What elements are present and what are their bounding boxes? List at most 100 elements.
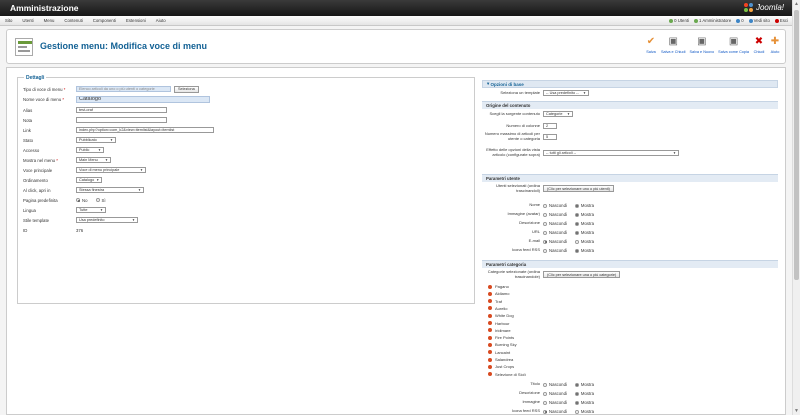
remove-icon[interactable]: [488, 284, 492, 289]
remove-icon[interactable]: [488, 342, 492, 347]
category-param-show[interactable]: Mostra: [574, 409, 594, 414]
alias-input[interactable]: test-oraf: [76, 107, 167, 113]
template-style-select[interactable]: Usa predefinito: [76, 217, 138, 223]
category-item[interactable]: Harbour: [488, 321, 509, 326]
remove-icon[interactable]: [488, 328, 492, 333]
help-button[interactable]: ✚ Aiuto: [769, 35, 781, 55]
user-param-hide[interactable]: Nascondi: [543, 203, 567, 208]
category-item[interactable]: White Dog: [488, 313, 514, 318]
remove-icon[interactable]: [488, 299, 492, 304]
menu-aiuto[interactable]: Aiuto: [151, 18, 171, 23]
status-admins[interactable]: 1 Amministratore: [693, 18, 731, 23]
user-param-show[interactable]: Mostra: [574, 203, 594, 208]
remove-icon[interactable]: [488, 321, 492, 325]
save-new-button[interactable]: ▣ Salva e Nuovo: [689, 35, 714, 55]
category-param-show[interactable]: Mostra: [574, 391, 594, 396]
category-item[interactable]: Burning Sky: [488, 342, 517, 347]
remove-icon[interactable]: [488, 306, 492, 311]
remove-icon[interactable]: [488, 313, 492, 318]
category-item[interactable]: Aurelio: [488, 306, 507, 311]
user-param-show[interactable]: Mostra: [574, 230, 594, 235]
category-item[interactable]: Fire Points: [488, 335, 514, 340]
columns-label: Numero di colonne: [506, 122, 540, 128]
scroll-up-icon[interactable]: ▲: [794, 1, 799, 7]
user-params-header: Parametri utente: [482, 174, 778, 182]
user-param-hide[interactable]: Nascondi: [543, 239, 567, 244]
category-item[interactable]: Traf: [488, 299, 502, 304]
status-bar: 0 Utenti 1 Amministratore 0 Vedi sito Es…: [669, 18, 788, 23]
category-param-show[interactable]: Mostra: [574, 382, 594, 387]
user-param-show[interactable]: Mostra: [574, 239, 594, 244]
save-close-button[interactable]: ▣ Salva e Chiudi: [661, 35, 685, 55]
user-param-hide[interactable]: Nascondi: [543, 248, 567, 253]
save-button[interactable]: ✔ Salva: [645, 35, 657, 55]
user-param-hide[interactable]: Nascondi: [543, 230, 567, 235]
language-select[interactable]: Tutte: [76, 207, 106, 213]
select-menu-type-button[interactable]: Seleziona: [174, 85, 199, 93]
category-param-show[interactable]: Mostra: [574, 400, 594, 405]
close-button[interactable]: ✖ Chiudi: [753, 35, 765, 55]
remove-icon[interactable]: [488, 335, 492, 340]
user-param-show[interactable]: Mostra: [574, 212, 594, 217]
user-param-hide[interactable]: Nascondi: [543, 221, 567, 226]
remove-icon[interactable]: [488, 364, 492, 369]
menu-estensioni[interactable]: Estensioni: [121, 18, 151, 23]
menu-utenti[interactable]: Utenti: [17, 18, 38, 23]
link-input[interactable]: index.php?option=com_k2&view=itemlist&la…: [76, 127, 214, 133]
remove-icon[interactable]: [488, 350, 492, 355]
remove-icon[interactable]: [488, 291, 492, 296]
note-input[interactable]: [76, 117, 167, 123]
scrollbar-thumb[interactable]: [794, 10, 799, 280]
status-select[interactable]: Pubblicato: [76, 137, 116, 143]
save-new-icon: ▣: [697, 35, 707, 47]
default-page-no[interactable]: No: [76, 198, 88, 203]
menu-sito[interactable]: Sito: [0, 18, 17, 23]
category-item[interactable]: Salandrea: [488, 357, 513, 362]
user-param-label: Icona feed RSS: [511, 247, 540, 253]
select-template-select[interactable]: -- Usa predefinito --: [543, 90, 589, 96]
article-effect-select[interactable]: -- tutti gli articoli --: [543, 149, 679, 156]
default-page-yes[interactable]: Sì: [95, 198, 106, 203]
title-input[interactable]: Catalogo: [76, 95, 210, 103]
select-categories-button[interactable]: (Clic per selezionare una o più categori…: [543, 271, 621, 278]
category-item[interactable]: Selezione di Siolì: [488, 372, 526, 377]
user-param-hide[interactable]: Nascondi: [543, 212, 567, 217]
status-messages[interactable]: 0: [736, 18, 744, 23]
remove-icon[interactable]: [488, 372, 492, 377]
menu-menu[interactable]: Menu: [39, 18, 60, 23]
category-item[interactable]: Iridimare: [488, 328, 511, 333]
category-param-hide[interactable]: Nascondi: [543, 409, 567, 414]
category-item[interactable]: Just Crops: [488, 364, 514, 369]
category-param-hide[interactable]: Nascondi: [543, 400, 567, 405]
remove-icon[interactable]: [488, 357, 492, 362]
category-item[interactable]: Lancaint: [488, 350, 510, 355]
row-user-param: URL Nascondi Mostra: [482, 230, 602, 235]
select-users-button[interactable]: (Clic per selezionare uno o più utenti): [543, 185, 614, 192]
max-items-input[interactable]: 5: [543, 133, 557, 140]
save-copy-button[interactable]: ▣ Salva come Copia: [718, 35, 749, 55]
parent-item-select[interactable]: Voce di menu principale: [76, 167, 146, 173]
radio-icon: [95, 198, 100, 202]
menu-location-select[interactable]: Main Menu: [76, 157, 111, 163]
menu-contenuti[interactable]: Contenuti: [59, 18, 87, 23]
basic-options-header[interactable]: ▾ Opzioni di base: [482, 80, 778, 88]
category-param-hide[interactable]: Nascondi: [543, 391, 567, 396]
status-users[interactable]: 0 Utenti: [669, 18, 689, 23]
status-logout[interactable]: Esci: [774, 18, 788, 23]
ordering-select[interactable]: Catalogo: [76, 177, 102, 183]
target-window-select[interactable]: Stessa finestra: [76, 187, 144, 193]
scroll-down-icon[interactable]: ▼: [794, 408, 799, 414]
category-item[interactable]: Pagano: [488, 284, 509, 289]
category-param-hide[interactable]: Nascondi: [543, 382, 567, 387]
note-label: Nota: [23, 117, 33, 123]
user-param-show[interactable]: Mostra: [574, 221, 594, 226]
status-view-site[interactable]: Vedi sito: [748, 18, 770, 23]
joomla-logo[interactable]: Joomla!: [743, 3, 784, 12]
menu-componenti[interactable]: Componenti: [88, 18, 121, 23]
access-select[interactable]: Public: [76, 147, 104, 153]
content-source-select[interactable]: Categorie: [543, 111, 573, 117]
page-scrollbar[interactable]: ▲ ▼: [792, 0, 800, 415]
columns-input[interactable]: 2: [543, 123, 557, 129]
category-item[interactable]: Aldiamo: [488, 291, 509, 296]
user-param-show[interactable]: Mostra: [574, 248, 594, 253]
